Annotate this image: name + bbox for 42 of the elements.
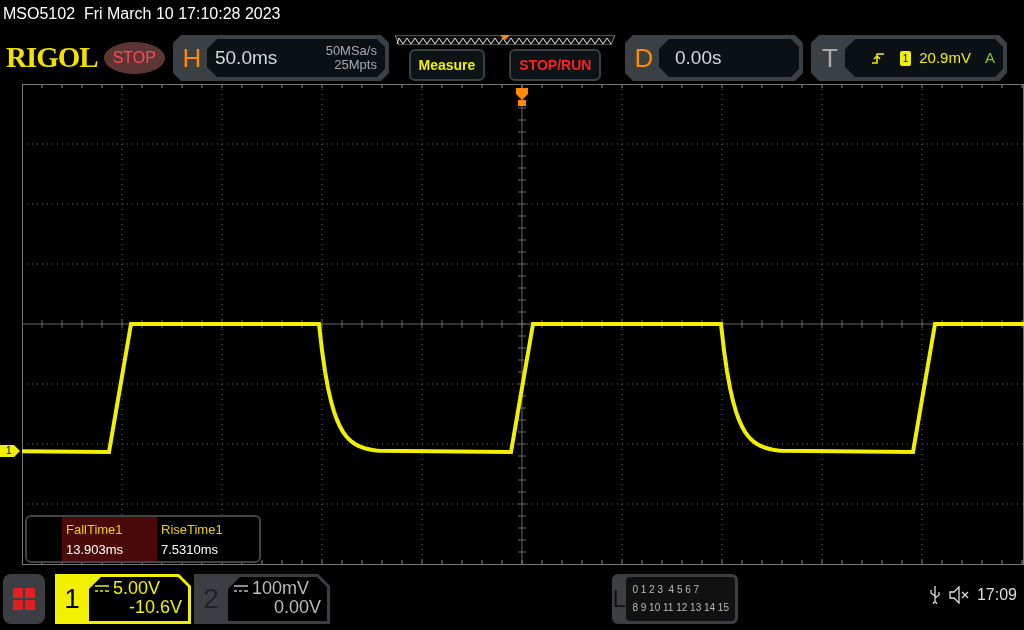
dc-coupling-icon: [95, 584, 109, 593]
channel-marker: 1: [0, 445, 20, 457]
panel-letter: H: [181, 42, 203, 75]
memory-depth: 25Mpts: [333, 58, 377, 72]
rising-edge-icon: [871, 52, 884, 64]
measure-button[interactable]: Measure: [408, 49, 486, 81]
delay-value: 0.00s: [674, 45, 722, 70]
trigger-mode: A: [984, 47, 995, 68]
measurement-name: RiseTime1: [161, 521, 224, 539]
horizontal-panel[interactable]: H 50.0ms 50MSa/s 25Mpts: [172, 35, 389, 81]
speaker-muted-icon: [948, 586, 969, 604]
channel-panel[interactable]: 1 5.00V -10.6V: [55, 574, 191, 624]
logic-channel-labels: 8 9 10 11 12 13 14 15: [632, 601, 729, 615]
panel-letter: D: [633, 42, 655, 75]
dc-coupling-icon: [234, 584, 248, 593]
timebase-value: 50.0ms: [214, 45, 278, 70]
channel-scale: 5.00V: [113, 579, 161, 598]
trigger-source-badge: 1: [899, 50, 912, 66]
measurement-value: 7.5310ms: [161, 541, 220, 559]
run-state-indicator: STOP: [103, 42, 165, 74]
status-line: MSO5102 Fri March 10 17:10:28 2023: [2, 4, 282, 24]
measurement-value: 13.903ms: [66, 541, 125, 559]
trigger-panel[interactable]: T 1 20.9mV A: [810, 35, 1007, 81]
sample-rate: 50MSa/s: [325, 44, 377, 58]
grid-icon: [13, 588, 35, 610]
trigger-level: 20.9mV: [919, 47, 971, 68]
measurement-column[interactable]: RiseTime1 7.5310ms: [157, 517, 252, 561]
logic-channel-labels: 0 1 2 3 4 5 6 7: [632, 583, 701, 597]
channel-number: 1: [63, 582, 81, 616]
trigger-position-icon: [516, 88, 528, 106]
usb-icon: [928, 586, 941, 604]
delay-panel[interactable]: D 0.00s: [624, 35, 803, 81]
logo: RIGOL: [6, 39, 98, 76]
channel-scale: 100mV: [252, 579, 310, 598]
channel-offset: -10.6V: [127, 598, 182, 617]
channel-offset: 0.00V: [272, 598, 321, 617]
stop-run-button[interactable]: STOP/RUN: [509, 49, 602, 81]
panel-letter: T: [821, 42, 839, 75]
clock: 17:09: [976, 585, 1017, 605]
measurement-name: FallTime1: [66, 521, 124, 539]
measurement-column[interactable]: FallTime1 13.903ms: [62, 517, 157, 561]
menu-button[interactable]: [3, 574, 45, 624]
